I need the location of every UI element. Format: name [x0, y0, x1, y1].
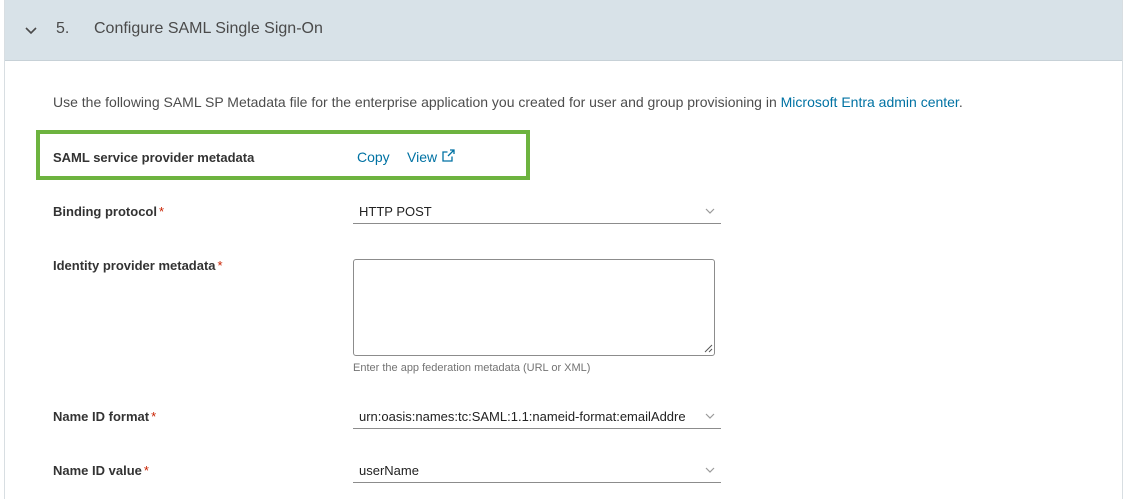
idp-metadata-helper: Enter the app federation metadata (URL o…: [353, 362, 591, 374]
section-title: Configure SAML Single Sign-On: [94, 20, 323, 37]
resize-grip-icon[interactable]: [703, 343, 713, 353]
view-link[interactable]: View: [407, 149, 437, 165]
name-id-format-label-text: Name ID format: [53, 409, 150, 424]
chevron-down-icon: [705, 467, 715, 473]
step-number: 5.: [56, 20, 70, 37]
intro-text-suffix: .: [958, 94, 963, 110]
sp-metadata-label: SAML service provider metadata: [53, 150, 255, 165]
name-id-format-select[interactable]: urn:oasis:names:tc:SAML:1.1:nameid-forma…: [353, 405, 721, 429]
required-marker: *: [158, 204, 165, 219]
required-marker: *: [143, 463, 149, 478]
intro-text: Use the following SAML SP Metadata file …: [53, 94, 963, 110]
binding-protocol-select[interactable]: HTTP POST: [353, 200, 721, 224]
chevron-down-icon: [705, 208, 715, 214]
name-id-value-label: Name ID value *: [53, 463, 149, 478]
name-id-value-label-text: Name ID value: [53, 463, 142, 478]
section-header[interactable]: 5. Configure SAML Single Sign-On: [5, 0, 1122, 61]
entra-admin-center-link[interactable]: Microsoft Entra admin center: [781, 94, 959, 110]
external-link-icon[interactable]: [441, 148, 456, 163]
binding-protocol-label: Binding protocol *: [53, 204, 164, 219]
chevron-down-icon[interactable]: [22, 22, 40, 40]
binding-protocol-value: HTTP POST: [359, 204, 432, 219]
required-marker: *: [151, 409, 157, 424]
name-id-format-value: urn:oasis:names:tc:SAML:1.1:nameid-forma…: [359, 409, 686, 424]
name-id-value-value: userName: [359, 463, 419, 478]
idp-metadata-label-text: Identity provider metadata: [53, 258, 216, 273]
name-id-value-select[interactable]: userName: [353, 459, 721, 483]
idp-metadata-label: Identity provider metadata *: [53, 258, 223, 273]
intro-text-body: Use the following SAML SP Metadata file …: [53, 94, 781, 110]
binding-protocol-label-text: Binding protocol: [53, 204, 157, 219]
copy-link[interactable]: Copy: [357, 149, 390, 165]
idp-metadata-textarea[interactable]: [353, 259, 715, 356]
required-marker: *: [217, 258, 223, 273]
chevron-down-icon: [705, 413, 715, 419]
name-id-format-label: Name ID format *: [53, 409, 156, 424]
